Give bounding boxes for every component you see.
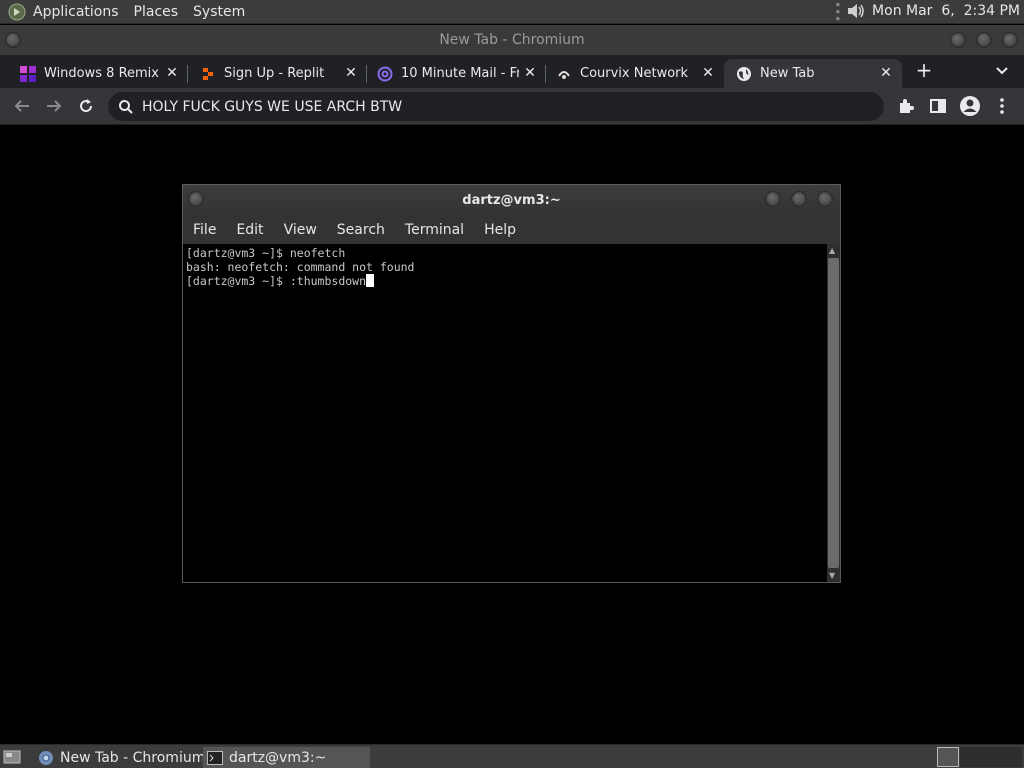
panel-handle-icon[interactable]: •••: [830, 1, 844, 22]
tab-label: Sign Up - Replit: [224, 66, 325, 81]
tab-label: 10 Minute Mail - Fre: [401, 66, 519, 81]
tab-windows-8-remix[interactable]: Windows 8 Remix ✕: [0, 59, 188, 88]
terminal-window-menu-icon[interactable]: [188, 191, 204, 207]
terminal-title: dartz@vm3:~: [462, 192, 561, 208]
side-panel-icon[interactable]: [926, 94, 950, 118]
top-panel: Applications Places System ••• Mon Mar 6…: [0, 0, 1024, 24]
distro-logo-icon[interactable]: [6, 1, 28, 23]
terminal-menu-edit[interactable]: Edit: [236, 222, 263, 238]
tab-label: Windows 8 Remix: [44, 66, 159, 81]
maximize-button[interactable]: [976, 32, 992, 48]
workspace-switcher-1[interactable]: [937, 747, 959, 767]
terminal-line-prompt: [dartz@vm3 ~]$ :thumbsdown: [186, 274, 824, 288]
terminal-menu-terminal[interactable]: Terminal: [405, 222, 464, 238]
terminal-maximize-button[interactable]: [791, 191, 807, 207]
close-tab-icon[interactable]: ✕: [343, 65, 359, 81]
windows-logo-icon: [20, 65, 36, 82]
terminal-line: [dartz@vm3 ~]$ :thumbsdown: [186, 274, 367, 288]
browser-titlebar[interactable]: New Tab - Chromium: [0, 25, 1024, 55]
scroll-up-arrow-icon[interactable]: ▲: [829, 246, 835, 255]
tab-new-tab[interactable]: New Tab ✕: [724, 59, 902, 88]
new-tab-button[interactable]: +: [912, 58, 936, 82]
close-window-button[interactable]: [1002, 32, 1018, 48]
window-menu-icon[interactable]: [5, 32, 21, 48]
terminal-scrollbar[interactable]: ▲ ▼: [827, 244, 840, 582]
courvix-icon: [556, 66, 572, 82]
globe-icon: [736, 66, 752, 82]
tab-sign-up-replit[interactable]: Sign Up - Replit ✕: [188, 59, 367, 88]
close-tab-icon[interactable]: ✕: [522, 65, 538, 81]
close-tab-icon[interactable]: ✕: [164, 65, 180, 81]
terminal-titlebar[interactable]: dartz@vm3:~: [183, 185, 840, 215]
chromium-icon: [38, 750, 54, 766]
clock[interactable]: Mon Mar 6, 2:34 PM: [872, 3, 1020, 19]
close-tab-icon[interactable]: ✕: [700, 65, 716, 81]
tab-search-chevron-down-icon[interactable]: [990, 58, 1014, 82]
text-cursor: [366, 274, 375, 287]
taskbar-label: New Tab - Chromium: [60, 749, 206, 766]
terminal-menu-file[interactable]: File: [193, 222, 216, 238]
taskbar-item-chromium[interactable]: New Tab - Chromium: [34, 747, 205, 768]
tab-label: New Tab: [760, 66, 815, 81]
tab-label: Courvix Network: [580, 66, 689, 81]
terminal-menu-view[interactable]: View: [284, 222, 317, 238]
extensions-puzzle-icon[interactable]: [894, 94, 918, 118]
forward-arrow-icon[interactable]: [42, 94, 66, 118]
scroll-down-arrow-icon[interactable]: ▼: [829, 571, 835, 580]
address-bar[interactable]: HOLY FUCK GUYS WE USE ARCH BTW: [108, 92, 884, 121]
terminal-window: dartz@vm3:~ File Edit View Search Termin…: [182, 184, 841, 583]
menu-places[interactable]: Places: [134, 4, 179, 20]
address-bar-text[interactable]: HOLY FUCK GUYS WE USE ARCH BTW: [142, 99, 402, 115]
terminal-menubar: File Edit View Search Terminal Help: [183, 215, 840, 244]
close-tab-icon[interactable]: ✕: [878, 65, 894, 81]
taskbar-label: dartz@vm3:~: [229, 749, 327, 766]
search-icon: [118, 99, 134, 115]
terminal-close-button[interactable]: [817, 191, 833, 207]
more-menu-icon[interactable]: [990, 94, 1014, 118]
reload-icon[interactable]: [74, 94, 98, 118]
replit-icon: [200, 66, 216, 82]
minimize-button[interactable]: [950, 32, 966, 48]
taskbar-item-terminal[interactable]: dartz@vm3:~: [203, 747, 370, 768]
terminal-line: [dartz@vm3 ~]$ neofetch: [186, 246, 346, 260]
window-title: New Tab - Chromium: [439, 32, 585, 48]
workspace-switcher-2[interactable]: [960, 747, 1022, 767]
tab-strip: Windows 8 Remix ✕ Sign Up - Replit ✕ 10 …: [0, 55, 1024, 88]
terminal-output[interactable]: [dartz@vm3 ~]$ neofetch bash: neofetch: …: [183, 244, 827, 582]
terminal-icon: [207, 750, 223, 766]
profile-avatar-icon[interactable]: [958, 94, 982, 118]
terminal-minimize-button[interactable]: [765, 191, 781, 207]
terminal-menu-search[interactable]: Search: [337, 222, 385, 238]
terminal-menu-help[interactable]: Help: [484, 222, 516, 238]
browser-toolbar: HOLY FUCK GUYS WE USE ARCH BTW: [0, 88, 1024, 125]
tab-10-minute-mail[interactable]: 10 Minute Mail - Fre ✕: [367, 59, 546, 88]
show-desktop-icon[interactable]: [3, 749, 21, 765]
back-arrow-icon[interactable]: [10, 94, 34, 118]
scrollbar-thumb[interactable]: [828, 258, 839, 568]
bottom-panel: New Tab - Chromium dartz@vm3:~: [0, 744, 1024, 768]
volume-icon[interactable]: [846, 2, 866, 20]
tab-courvix-network[interactable]: Courvix Network ✕: [546, 59, 724, 88]
menu-applications[interactable]: Applications: [33, 4, 119, 20]
at-sign-icon: [377, 66, 393, 82]
menu-system[interactable]: System: [193, 4, 245, 20]
terminal-line: bash: neofetch: command not found: [186, 260, 415, 274]
